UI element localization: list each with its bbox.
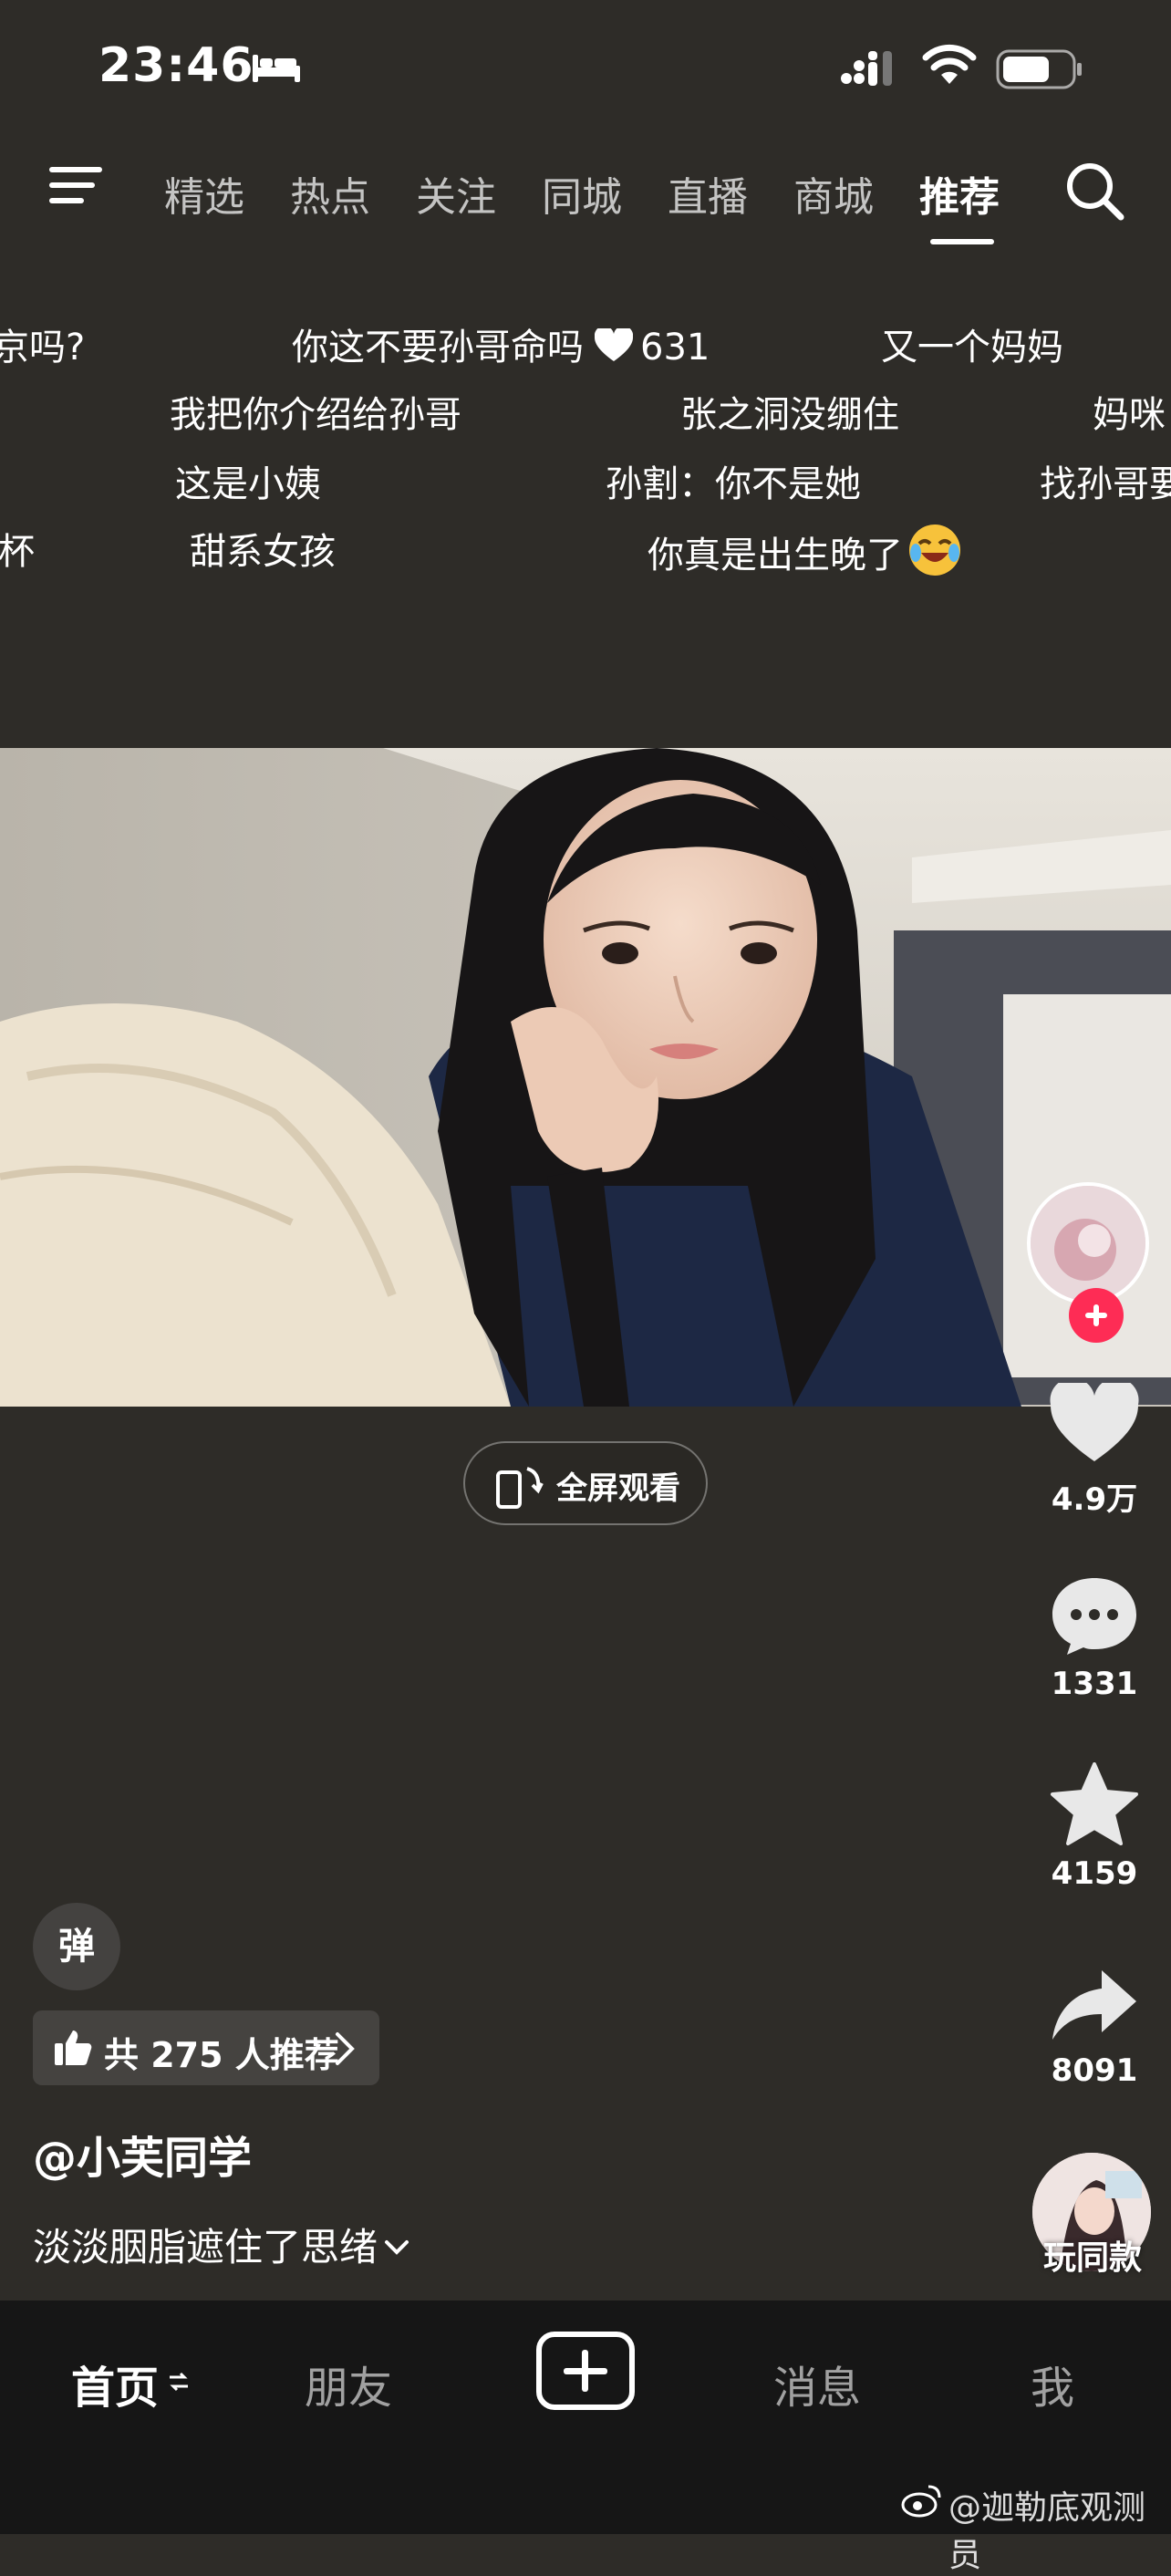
status-time: 23:46 <box>98 38 254 93</box>
danmu-comment: 这是小姨 <box>175 463 321 505</box>
comment-button[interactable]: 1331 <box>1021 1574 1167 1702</box>
danmu-comment: 杯 <box>0 531 35 573</box>
danmu-toggle-button[interactable]: 弹 <box>33 1903 120 1990</box>
danmu-comment: 我把你介绍给孙哥 <box>170 394 461 436</box>
tab-friends[interactable]: 朋友 <box>305 2352 392 2415</box>
star-icon <box>1051 1762 1138 1845</box>
tab-live[interactable]: 直播 <box>668 164 748 223</box>
menu-icon[interactable] <box>47 164 104 206</box>
share-button[interactable]: 8091 <box>1021 1967 1167 2089</box>
create-button[interactable] <box>536 2332 635 2410</box>
battery-icon <box>996 49 1082 89</box>
chevron-right-icon <box>336 2032 355 2065</box>
wifi-icon <box>922 44 977 84</box>
fullscreen-label: 全屏观看 <box>556 1470 680 1507</box>
heart-icon <box>1050 1377 1139 1461</box>
danmu-comment: 张之洞没绷住 <box>680 394 899 436</box>
tab-home[interactable]: 首页 <box>71 2352 159 2415</box>
danmu-comment: 妈咪 <box>1093 394 1166 436</box>
cellular-signal-icon <box>841 51 892 86</box>
tab-me[interactable]: 我 <box>1031 2352 1074 2415</box>
share-arrow-icon <box>1052 1970 1136 2040</box>
tab-nearby[interactable]: 同城 <box>542 164 622 223</box>
favorite-count: 4159 <box>1051 1855 1138 1892</box>
like-count: 4.9万 <box>1051 1481 1138 1518</box>
video-frame-image <box>0 748 1171 1407</box>
rotate-screen-icon <box>496 1467 544 1509</box>
author-handle[interactable]: @小芙同学 <box>33 2122 252 2186</box>
like-button[interactable]: 4.9万 <box>1021 1377 1167 1519</box>
comment-icon <box>1052 1578 1136 1655</box>
tab-messages[interactable]: 消息 <box>773 2352 861 2415</box>
follow-button[interactable] <box>1069 1288 1124 1343</box>
danmu-comment: 又一个妈妈 <box>881 327 1063 369</box>
status-bar: 23:46 <box>0 0 1171 137</box>
search-icon[interactable] <box>1062 159 1126 223</box>
recommend-count-label: 共 275 人推荐 <box>104 2035 339 2075</box>
top-navigation: 精选 热点 关注 同城 直播 商城 推荐 <box>0 146 1171 255</box>
author-avatar-wrap[interactable] <box>1027 1182 1155 1343</box>
tab-mall[interactable]: 商城 <box>793 164 874 223</box>
video-caption[interactable]: 淡淡胭脂遮住了思绪 <box>33 2217 410 2272</box>
favorite-button[interactable]: 4159 <box>1021 1762 1167 1892</box>
fullscreen-button[interactable]: 全屏观看 <box>463 1441 708 1525</box>
share-count: 8091 <box>1051 2052 1138 2089</box>
comment-count: 1331 <box>1051 1666 1138 1702</box>
laughing-crying-emoji-icon <box>909 525 960 576</box>
danmu-comment: 你这不要孙哥命吗 631 <box>292 327 710 369</box>
swap-arrows-icon[interactable] <box>168 2370 190 2394</box>
chevron-down-icon <box>385 2240 409 2255</box>
tab-trending[interactable]: 热点 <box>290 164 370 223</box>
danmu-comment: 京吗? <box>0 327 86 369</box>
tab-featured[interactable]: 精选 <box>164 164 244 223</box>
heart-icon <box>595 328 633 361</box>
thumbs-up-icon <box>55 2031 92 2065</box>
sleep-focus-icon <box>253 55 300 82</box>
danmu-comment: 孙割：你不是她 <box>606 463 861 505</box>
tab-following[interactable]: 关注 <box>416 164 496 223</box>
watermark: @迦勒底观测员 <box>948 2489 1146 2574</box>
danmu-comment: 你真是出生晚了 <box>648 522 963 578</box>
weibo-logo-icon <box>901 2485 941 2518</box>
plus-icon-vertical <box>582 2350 588 2392</box>
danmu-layer: 京吗? 你这不要孙哥命吗 631 又一个妈妈 我把你介绍给孙哥 张之洞没绷住 妈咪… <box>0 310 1171 584</box>
recommend-chip[interactable]: 共 275 人推荐 <box>33 2010 379 2085</box>
active-tab-indicator <box>930 239 994 244</box>
video-player[interactable] <box>0 748 1171 1407</box>
avatar[interactable] <box>1027 1182 1149 1304</box>
play-same-label[interactable]: 玩同款 <box>1029 2231 1156 2279</box>
danmu-comment: 找孙哥要 <box>1040 463 1171 505</box>
danmu-comment: 甜系女孩 <box>190 531 336 573</box>
tab-recommended[interactable]: 推荐 <box>919 164 1000 223</box>
